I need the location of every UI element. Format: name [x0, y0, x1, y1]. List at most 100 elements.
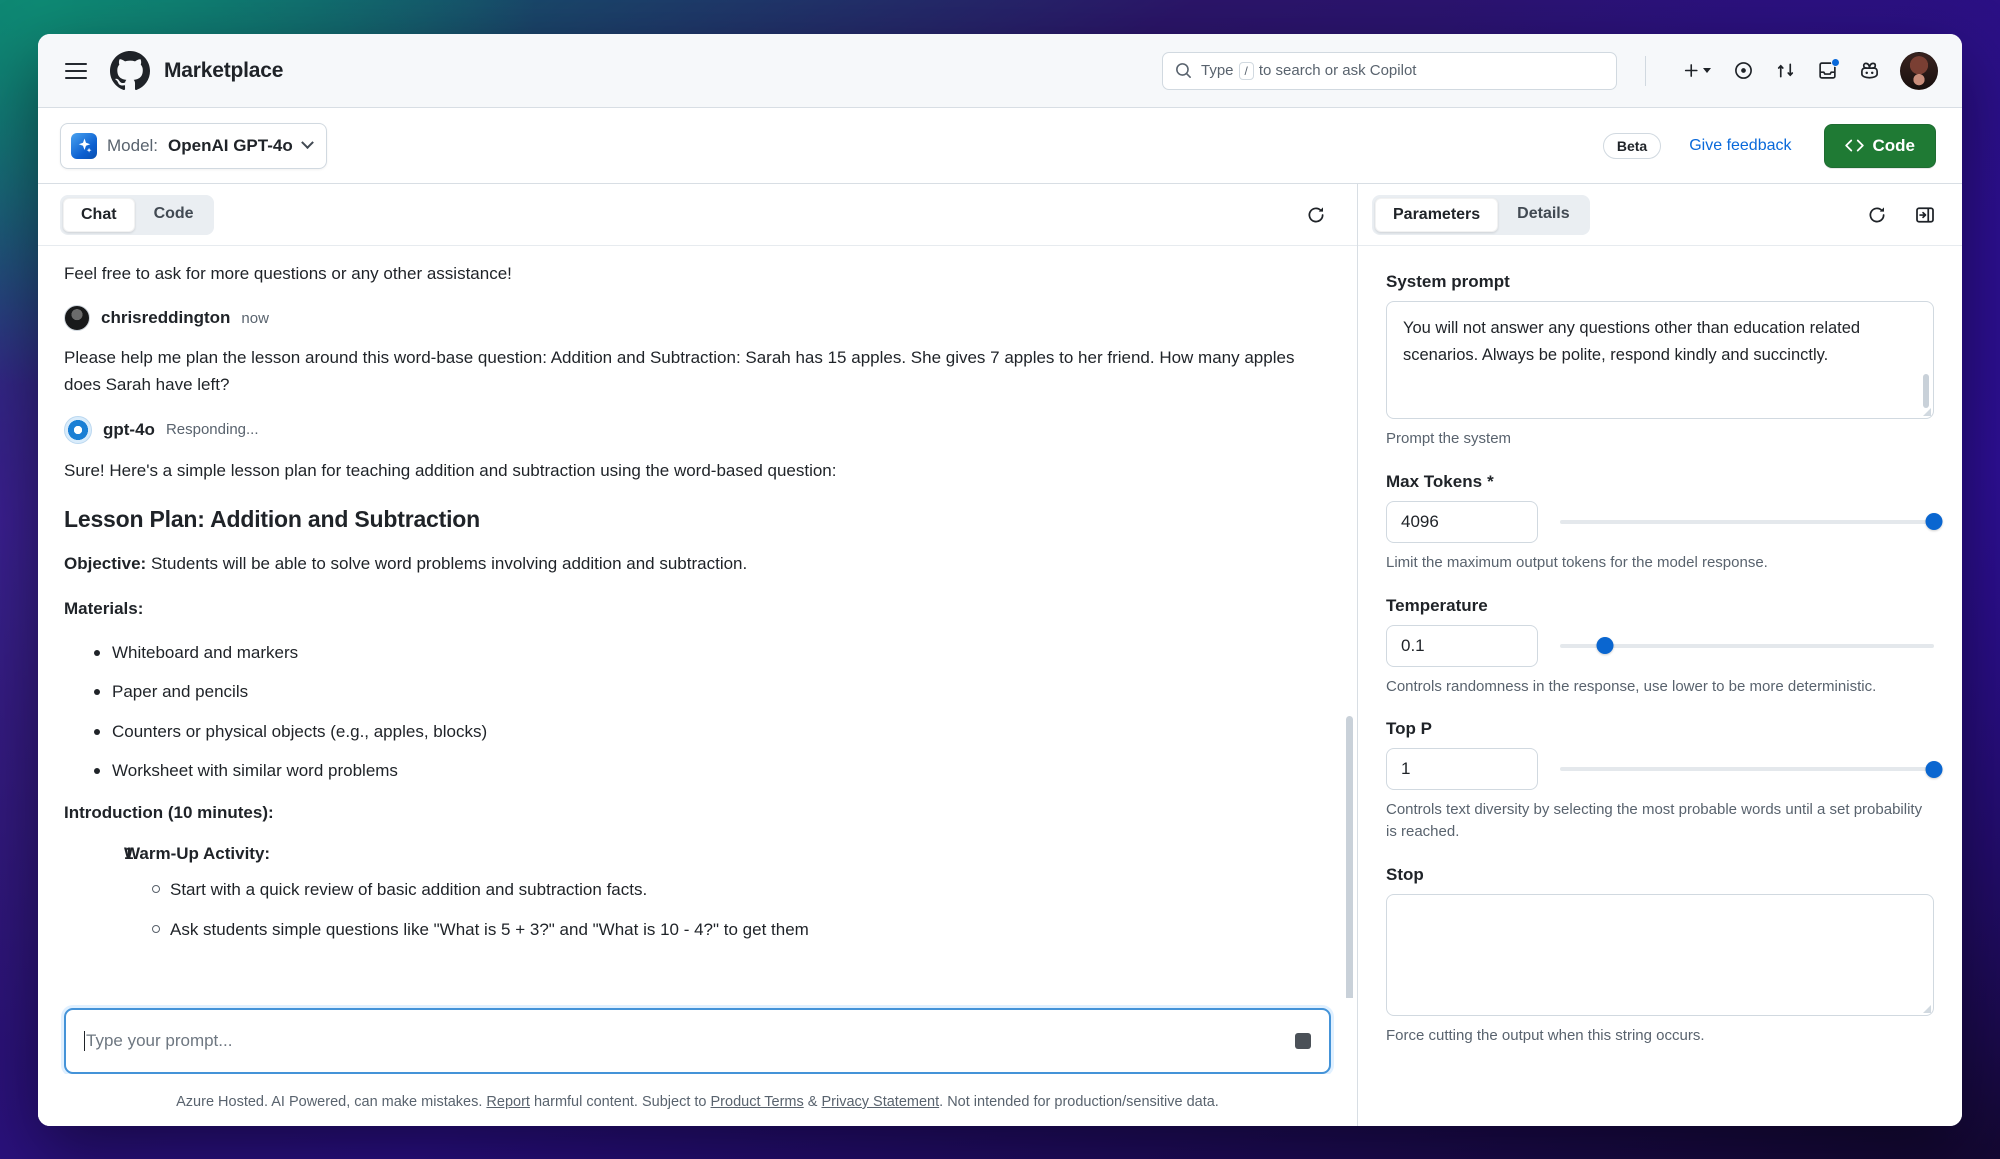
top-p-help: Controls text diversity by selecting the…	[1386, 801, 1923, 840]
parameters-body: System prompt You will not answer any qu…	[1358, 246, 1962, 1126]
github-logo-icon[interactable]	[110, 50, 150, 91]
send-stop-icon[interactable]	[1295, 1033, 1311, 1049]
global-header: Marketplace Type / to search or ask Copi…	[38, 34, 1962, 108]
list-item: Worksheet with similar word problems	[94, 758, 1331, 784]
chat-reset-button[interactable]	[1297, 196, 1335, 234]
user-message-time: now	[241, 309, 269, 327]
resize-handle[interactable]	[1923, 1004, 1931, 1013]
slider-thumb[interactable]	[1596, 637, 1614, 654]
top-p-row: 1	[1386, 748, 1943, 791]
text-caret	[84, 1031, 85, 1051]
materials-list: Whiteboard and markers Paper and pencils…	[64, 640, 1331, 784]
product-terms-link[interactable]: Product Terms	[711, 1094, 804, 1110]
collapse-panel-button[interactable]	[1906, 196, 1944, 234]
max-tokens-input[interactable]: 4096	[1386, 500, 1538, 543]
user-message-avatar	[64, 305, 90, 332]
app-window: Marketplace Type / to search or ask Copi…	[38, 34, 1962, 1126]
step-title: Warm-Up Activity:	[124, 844, 271, 864]
list-item: Start with a quick review of basic addit…	[152, 877, 1331, 903]
refresh-icon	[1869, 206, 1885, 222]
top-p-slider[interactable]	[1560, 758, 1943, 780]
give-feedback-link[interactable]: Give feedback	[1689, 137, 1791, 155]
max-tokens-slider[interactable]	[1560, 511, 1943, 533]
privacy-statement-link[interactable]: Privacy Statement	[821, 1094, 939, 1110]
code-button-label: Code	[1872, 135, 1916, 155]
slider-thumb[interactable]	[1925, 760, 1943, 778]
tab-details[interactable]: Details	[1500, 198, 1586, 232]
pull-requests-button[interactable]	[1766, 52, 1804, 90]
chat-code-tabs: Chat Code	[60, 194, 214, 235]
sidebar-collapse-icon	[1916, 206, 1934, 223]
system-prompt-label: System prompt	[1386, 272, 1510, 291]
git-pull-request-icon	[1777, 63, 1793, 78]
lesson-plan-heading: Lesson Plan: Addition and Subtraction	[64, 506, 480, 533]
materials-label-text: Materials:	[64, 598, 144, 618]
issues-button[interactable]	[1724, 52, 1762, 90]
tab-code[interactable]: Code	[137, 198, 211, 232]
stop-help: Force cutting the output when this strin…	[1386, 1026, 1705, 1044]
step-sub-list: Start with a quick review of basic addit…	[124, 877, 1331, 942]
model-label: Model:	[107, 135, 159, 155]
beta-badge: Beta	[1602, 132, 1662, 159]
introduction-steps: Warm-Up Activity: Start with a quick rev…	[64, 844, 1331, 942]
top-p-field: Top P 1 Controls text diversity by selec…	[1386, 719, 1943, 843]
materials-label: Materials:	[64, 596, 1331, 622]
top-p-input[interactable]: 1	[1386, 748, 1538, 791]
refresh-icon	[1308, 206, 1324, 222]
system-prompt-scrollbar[interactable]	[1923, 374, 1929, 408]
create-new-button[interactable]	[1674, 52, 1720, 90]
temperature-slider[interactable]	[1560, 635, 1934, 657]
disclaimer-part-3: . Not intended for production/sensitive …	[939, 1094, 1219, 1110]
search-icon	[1176, 63, 1191, 78]
assistant-status: Responding...	[165, 421, 259, 439]
system-prompt-textarea[interactable]: You will not answer any questions other …	[1386, 301, 1934, 419]
user-avatar[interactable]	[1900, 51, 1938, 90]
code-button[interactable]: Code	[1823, 123, 1936, 168]
prompt-input[interactable]: Type your prompt...	[64, 1008, 1331, 1074]
prior-message-line: Feel free to ask for more questions or a…	[64, 264, 512, 283]
plus-icon	[1684, 64, 1698, 77]
chevron-down-icon	[300, 136, 314, 150]
temperature-row: 0.1	[1386, 624, 1934, 667]
slider-thumb[interactable]	[1925, 513, 1943, 531]
disclaimer-amp: &	[807, 1094, 818, 1110]
hamburger-menu-icon[interactable]	[56, 51, 96, 91]
list-item: Counters or physical objects (e.g., appl…	[94, 719, 1331, 745]
list-item: Ask students simple questions like "What…	[152, 917, 1331, 943]
header-actions	[1674, 51, 1938, 90]
code-brackets-icon	[1844, 139, 1864, 152]
stop-textarea[interactable]	[1386, 893, 1934, 1016]
report-link[interactable]: Report	[486, 1094, 530, 1110]
model-sparkle-icon	[71, 132, 97, 159]
inbox-button[interactable]	[1808, 52, 1846, 90]
tab-parameters[interactable]: Parameters	[1375, 197, 1499, 232]
chat-scrollbar[interactable]	[1346, 716, 1353, 998]
assistant-intro: Sure! Here's a simple lesson plan for te…	[64, 460, 837, 480]
search-placeholder-suffix: to search or ask Copilot	[1258, 62, 1417, 79]
resize-handle[interactable]	[1923, 408, 1931, 416]
system-prompt-value: You will not answer any questions other …	[1403, 319, 1861, 364]
main-split: Chat Code Feel free to ask for more ques…	[38, 184, 1962, 1126]
issue-opened-icon	[1734, 62, 1752, 79]
assistant-message-header: gpt-4o Responding...	[64, 415, 1331, 444]
search-input[interactable]: Type / to search or ask Copilot	[1162, 51, 1617, 90]
header-divider	[1645, 55, 1646, 86]
chat-messages: Feel free to ask for more questions or a…	[38, 246, 1357, 998]
max-tokens-field: Max Tokens * 4096 Limit the maximum outp…	[1386, 472, 1943, 574]
list-item: Warm-Up Activity: Start with a quick rev…	[94, 844, 1331, 942]
introduction-label-text: Introduction (10 minutes):	[64, 802, 274, 822]
parameters-pane: Parameters Details System prompt You wil…	[1358, 184, 1962, 1126]
prompt-placeholder: Type your prompt...	[86, 1031, 233, 1050]
temperature-input[interactable]: 0.1	[1386, 624, 1538, 667]
assistant-avatar	[64, 415, 92, 444]
copilot-button[interactable]	[1850, 52, 1888, 90]
user-message-text: Please help me plan the lesson around th…	[64, 348, 1295, 394]
max-tokens-label: Max Tokens *	[1386, 472, 1934, 492]
tab-chat[interactable]: Chat	[63, 197, 135, 232]
user-message-author: chrisreddington	[101, 308, 231, 328]
assistant-message-author: gpt-4o	[103, 419, 155, 439]
inbox-notification-dot	[1831, 57, 1840, 67]
search-placeholder: Type / to search or ask Copilot	[1201, 61, 1417, 80]
parameters-reset-button[interactable]	[1858, 196, 1896, 234]
model-selector-button[interactable]: Model: OpenAI GPT-4o	[60, 122, 327, 169]
